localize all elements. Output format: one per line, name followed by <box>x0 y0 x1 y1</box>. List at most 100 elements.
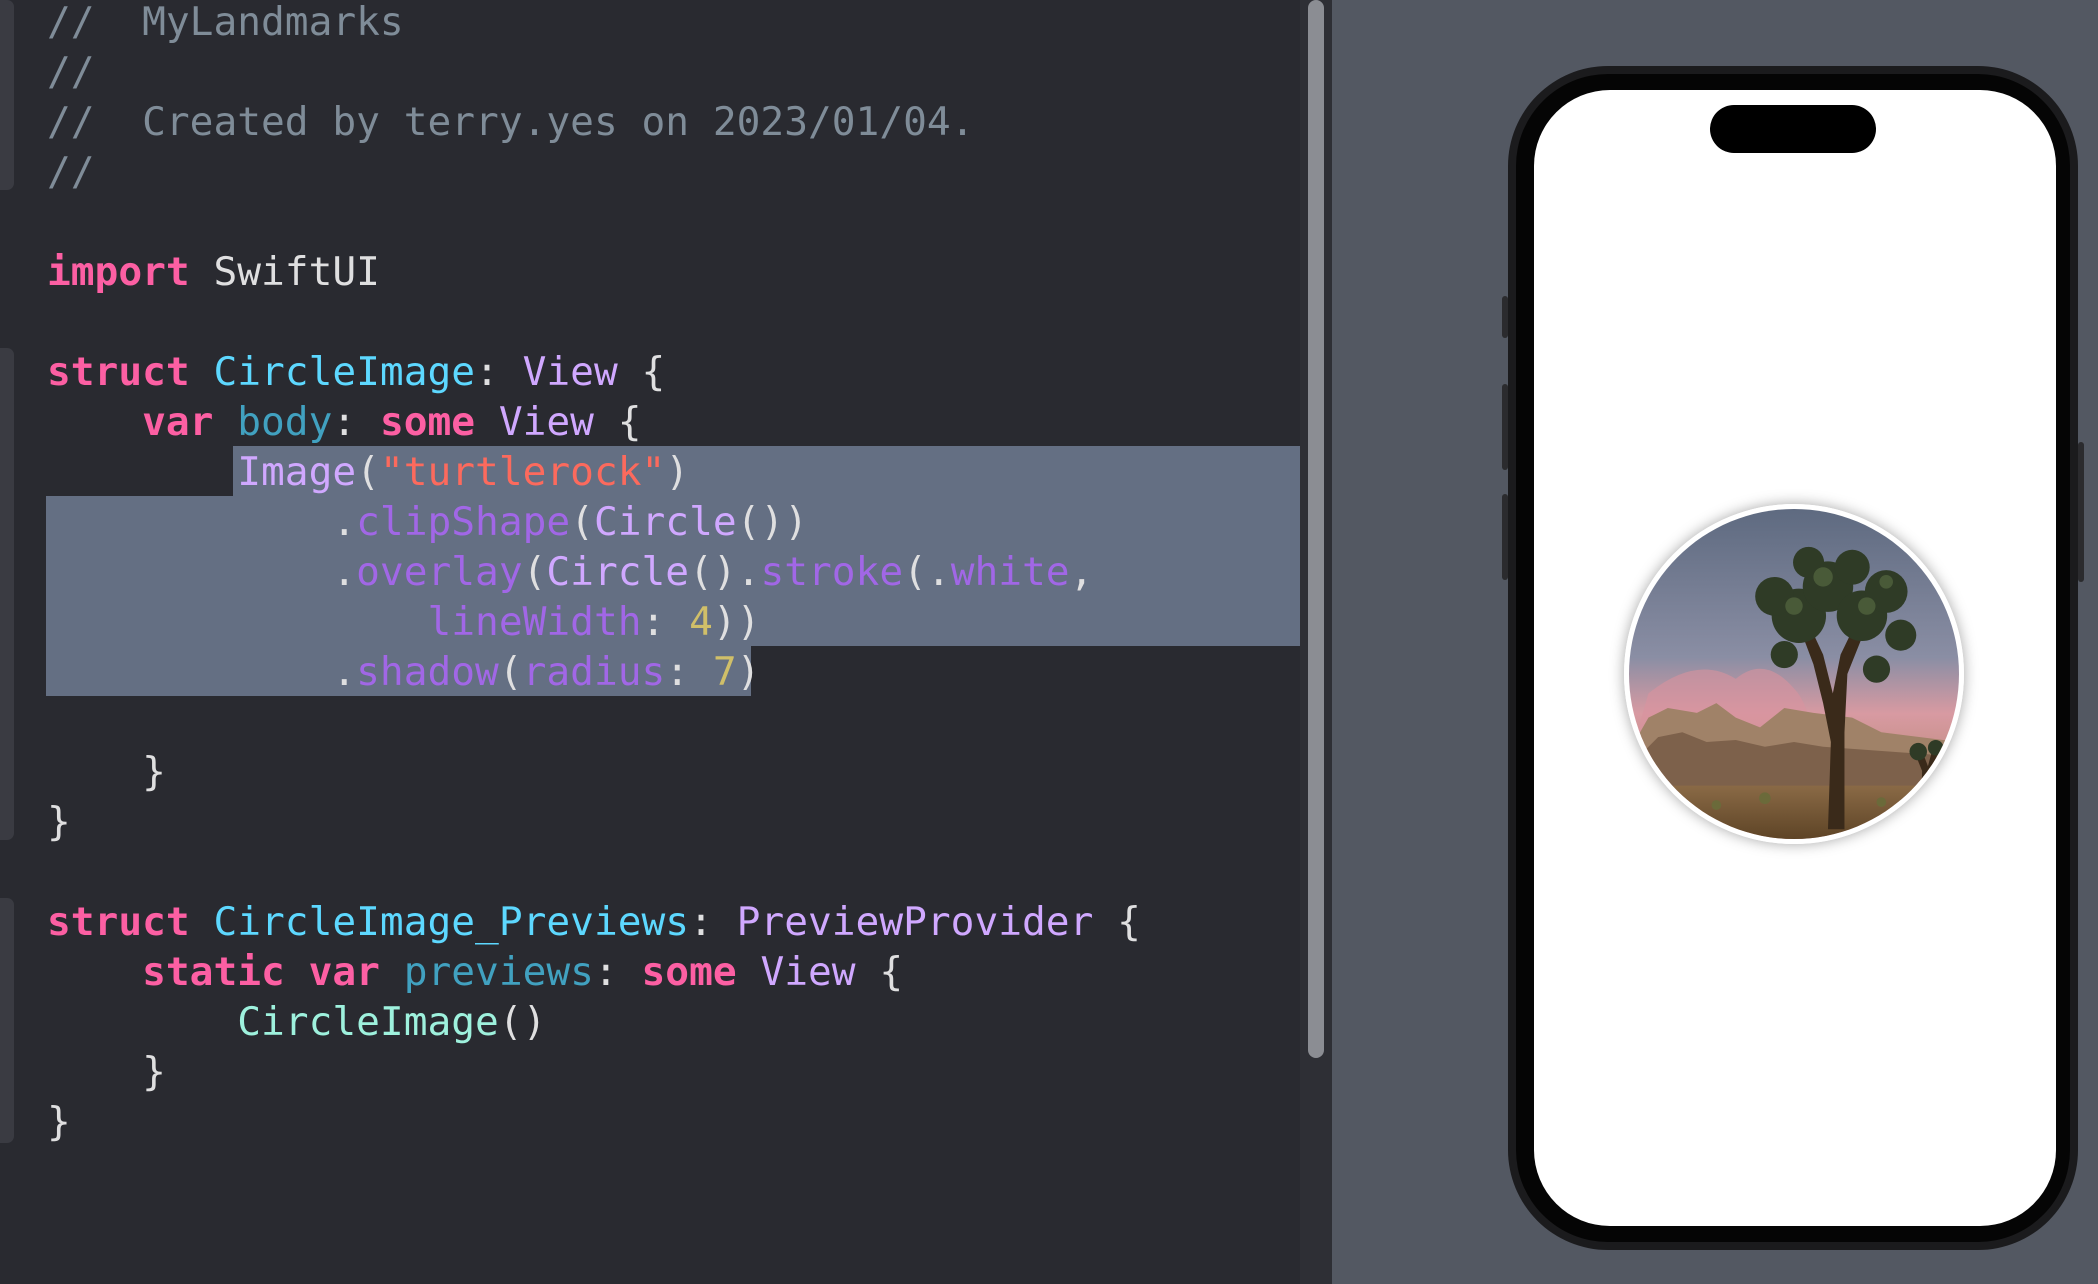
code-token: , <box>1069 549 1094 595</box>
code-line[interactable]: .overlay(Circle().stroke(.white, <box>47 547 1093 597</box>
code-token: var <box>142 399 214 445</box>
code-line[interactable]: .clipShape(Circle()) <box>47 497 808 547</box>
code-token: Image <box>237 449 357 495</box>
code-line[interactable]: import SwiftUI <box>47 247 380 297</box>
code-line[interactable]: // MyLandmarks <box>47 0 404 47</box>
code-token: struct <box>47 899 190 945</box>
code-line[interactable]: } <box>47 797 71 847</box>
code-token: import <box>47 249 190 295</box>
code-token: ( <box>522 549 547 595</box>
code-token: ( <box>498 649 523 695</box>
code-token: View <box>522 349 618 395</box>
code-token: 7 <box>712 649 737 695</box>
action-button <box>1502 296 1508 338</box>
code-token: (). <box>689 549 761 595</box>
code-line[interactable]: CircleImage() <box>47 997 546 1047</box>
editor-scrollbar[interactable] <box>1300 0 1332 1284</box>
code-token: (. <box>903 549 951 595</box>
code-token: lineWidth <box>427 599 642 645</box>
code-token: . <box>47 649 357 695</box>
code-token: : <box>689 899 737 945</box>
code-token: : <box>332 399 380 445</box>
turtlerock-photo <box>1629 509 1959 839</box>
power-button <box>2078 442 2084 582</box>
code-line[interactable]: var body: some View { <box>47 397 641 447</box>
dynamic-island <box>1710 105 1876 153</box>
code-line[interactable]: // <box>47 47 95 97</box>
code-token: var <box>308 949 380 995</box>
code-token: { <box>1093 899 1141 945</box>
fold-ribbon[interactable] <box>0 398 14 793</box>
code-token: CircleImage <box>237 999 499 1045</box>
code-token: white <box>950 549 1070 595</box>
code-token: } <box>47 1049 166 1095</box>
code-token: radius <box>522 649 666 695</box>
code-token: some <box>641 949 737 995</box>
code-token: ()) <box>736 499 808 545</box>
code-token: { <box>855 949 904 995</box>
code-line[interactable]: } <box>47 1097 71 1147</box>
code-line[interactable]: // <box>47 147 95 197</box>
code-line[interactable]: lineWidth: 4)) <box>47 597 761 647</box>
code-token: stroke <box>760 549 904 595</box>
code-token: // <box>47 49 95 95</box>
code-token: . <box>47 499 357 545</box>
code-token: CircleImage <box>213 349 476 395</box>
code-token: { <box>617 349 666 395</box>
fold-ribbon[interactable] <box>0 948 14 1093</box>
code-token: Circle <box>593 499 737 545</box>
scrollbar-thumb[interactable] <box>1308 0 1324 1058</box>
volume-up-button <box>1502 384 1508 470</box>
code-token: static <box>142 949 285 995</box>
code-token: PreviewProvider <box>736 899 1094 945</box>
code-line[interactable]: } <box>47 747 166 797</box>
code-token: : <box>665 649 713 695</box>
code-token: SwiftUI <box>189 249 380 295</box>
code-token: } <box>47 749 166 795</box>
code-token: some <box>379 399 476 445</box>
code-line[interactable]: // Created by terry.yes on 2023/01/04. <box>47 97 974 147</box>
fold-ribbon[interactable] <box>0 0 14 190</box>
code-line[interactable]: struct CircleImage: View { <box>47 347 665 397</box>
code-token: // MyLandmarks <box>47 0 404 45</box>
code-token: CircleImage_Previews <box>213 899 690 945</box>
code-token: View <box>760 949 856 995</box>
code-token: Circle <box>546 549 690 595</box>
code-token: "turtlerock" <box>379 449 666 495</box>
code-token: ) <box>665 449 690 495</box>
code-token: overlay <box>356 549 523 595</box>
code-editor[interactable]: // MyLandmarks//// Created by terry.yes … <box>0 0 1300 1284</box>
code-token: View <box>498 399 594 445</box>
code-line[interactable]: .shadow(radius: 7) <box>47 647 760 697</box>
code-token: ) <box>736 649 761 695</box>
code-token: . <box>47 549 357 595</box>
code-token: 4 <box>689 599 713 645</box>
code-token: body <box>237 399 333 445</box>
circle-image-turtlerock <box>1624 504 1964 844</box>
code-token: previews <box>403 949 594 995</box>
code-token: () <box>498 999 547 1045</box>
code-token: : <box>593 949 642 995</box>
code-token: // Created by terry.yes on 2023/01/04. <box>47 99 975 145</box>
code-line[interactable]: static var previews: some View { <box>47 947 903 997</box>
code-token: // <box>47 149 95 195</box>
volume-down-button <box>1502 494 1508 580</box>
code-line[interactable]: } <box>47 1047 166 1097</box>
code-token: clipShape <box>356 499 571 545</box>
code-token: : <box>641 599 690 645</box>
code-token: : <box>475 349 523 395</box>
code-token: struct <box>47 349 190 395</box>
code-line[interactable]: Image("turtlerock") <box>47 447 689 497</box>
code-line[interactable]: struct CircleImage_Previews: PreviewProv… <box>47 897 1141 947</box>
